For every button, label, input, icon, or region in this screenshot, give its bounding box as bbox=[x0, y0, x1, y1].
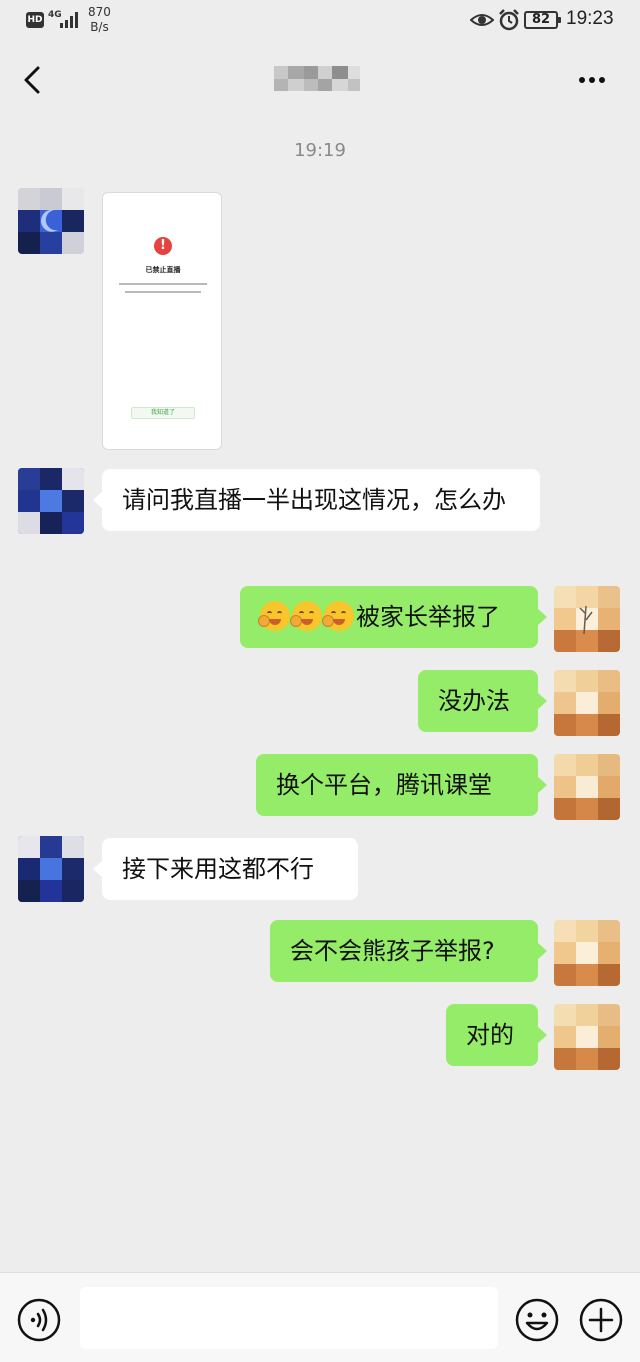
text-line bbox=[119, 283, 207, 285]
message-text: 请问我直播一半出现这情况，怎么办 bbox=[122, 486, 506, 514]
facepalm-laugh-emoji bbox=[290, 601, 322, 631]
facepalm-laugh-emoji bbox=[322, 601, 354, 631]
avatar[interactable] bbox=[554, 754, 620, 820]
avatar[interactable] bbox=[554, 920, 620, 986]
message-bubble[interactable]: 对的 bbox=[446, 1004, 547, 1066]
status-time: 19:23 bbox=[566, 8, 614, 29]
plus-icon[interactable] bbox=[578, 1297, 624, 1343]
avatar[interactable] bbox=[554, 670, 620, 736]
avatar[interactable] bbox=[18, 468, 84, 534]
avatar[interactable] bbox=[18, 836, 84, 902]
eye-icon bbox=[470, 14, 494, 26]
message-text: 接下来用这都不行 bbox=[122, 855, 314, 883]
message-text: 被家长举报了 bbox=[356, 603, 500, 631]
battery-indicator: 82 bbox=[524, 11, 561, 29]
message-text: 对的 bbox=[466, 1021, 514, 1049]
message-text: 没办法 bbox=[438, 687, 510, 715]
message-bubble[interactable]: 没办法 bbox=[418, 670, 547, 732]
message-input[interactable] bbox=[80, 1287, 498, 1349]
chat-header bbox=[0, 44, 640, 116]
image-message-title: 已禁止直播 bbox=[145, 266, 181, 274]
network-speed: 870 B/s bbox=[88, 5, 111, 35]
message-bubble[interactable]: 被家长举报了 bbox=[240, 586, 547, 648]
avatar[interactable] bbox=[18, 188, 84, 254]
text-line bbox=[125, 291, 201, 293]
image-message-button: 我知道了 bbox=[131, 407, 195, 419]
facepalm-laugh-emoji bbox=[258, 601, 290, 631]
message-text: 换个平台，腾讯课堂 bbox=[276, 771, 492, 799]
network-speed-value: 870 bbox=[88, 5, 111, 19]
status-bar: HD 4G 870 B/s 82 19:23 bbox=[0, 0, 640, 44]
message-bubble[interactable]: 请问我直播一半出现这情况，怎么办 bbox=[93, 469, 540, 531]
more-dots-icon[interactable] bbox=[570, 62, 614, 98]
avatar[interactable] bbox=[554, 1004, 620, 1070]
message-bubble[interactable]: 换个平台，腾讯课堂 bbox=[256, 754, 547, 816]
contact-name-mosaic bbox=[274, 66, 360, 91]
message-bubble[interactable]: 接下来用这都不行 bbox=[93, 838, 358, 900]
image-message[interactable]: ! 已禁止直播 我知道了 bbox=[102, 192, 222, 450]
avatar[interactable] bbox=[554, 586, 620, 652]
network-speed-unit: B/s bbox=[90, 20, 109, 34]
emoji-icon[interactable] bbox=[514, 1297, 560, 1343]
chevron-left-icon[interactable] bbox=[14, 60, 54, 100]
alert-icon: ! bbox=[154, 237, 172, 255]
hd-badge: HD bbox=[26, 12, 44, 28]
alarm-icon bbox=[499, 9, 519, 31]
message-text: 会不会熊孩子举报? bbox=[290, 937, 495, 965]
signal-icon bbox=[58, 12, 78, 28]
voice-icon[interactable] bbox=[16, 1297, 62, 1343]
message-bubble[interactable]: 会不会熊孩子举报? bbox=[270, 920, 547, 982]
input-bar bbox=[0, 1272, 640, 1362]
chat-timestamp: 19:19 bbox=[294, 140, 346, 161]
